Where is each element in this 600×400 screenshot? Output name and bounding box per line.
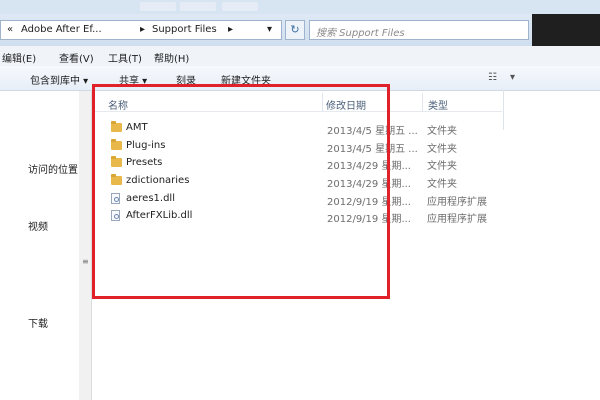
pane-splitter[interactable] xyxy=(79,91,92,400)
search-placeholder: 搜索 Support Files xyxy=(316,28,405,39)
menu-help[interactable]: 帮助(H) xyxy=(154,50,189,65)
column-divider[interactable] xyxy=(422,93,423,111)
menu-view[interactable]: 查看(V) xyxy=(59,50,94,65)
breadcrumb-adobe-after-effects[interactable]: Adobe After Ef... xyxy=(21,24,102,35)
refresh-icon: ↻ xyxy=(290,23,300,36)
column-divider xyxy=(503,90,504,130)
back-history-icon[interactable]: « xyxy=(7,24,13,35)
menu-bar: 编辑(E) 查看(V) 工具(T) 帮助(H) xyxy=(0,46,600,67)
chevron-right-icon[interactable]: ▸ xyxy=(228,24,233,35)
file-type: 文件夹 xyxy=(427,144,457,155)
nav-downloads[interactable]: 下载 xyxy=(28,315,48,330)
column-header-type[interactable]: 类型 xyxy=(428,97,448,112)
splitter-grip-icon: ≡ xyxy=(82,257,89,266)
file-type: 文件夹 xyxy=(427,179,457,190)
nav-videos[interactable]: 视频 xyxy=(28,218,48,233)
bookmark-item[interactable] xyxy=(140,2,176,11)
file-type: 文件夹 xyxy=(427,161,457,172)
window-edge xyxy=(532,14,600,46)
address-bar[interactable]: « Adobe After Ef... ▸ Support Files ▸ ▾ xyxy=(0,20,282,40)
bookmark-item[interactable] xyxy=(222,2,258,11)
breadcrumb-support-files[interactable]: Support Files xyxy=(152,24,217,35)
highlight-box xyxy=(92,84,390,299)
chevron-down-icon[interactable]: ▾ xyxy=(510,72,515,83)
menu-tools[interactable]: 工具(T) xyxy=(108,50,142,65)
navigation-pane: 访问的位置 视频 下载 xyxy=(0,91,79,400)
file-type: 应用程序扩展 xyxy=(427,214,487,225)
search-input[interactable]: 搜索 Support Files xyxy=(309,20,529,40)
refresh-button[interactable]: ↻ xyxy=(285,20,305,40)
bookmark-strip xyxy=(0,0,600,14)
menu-edit[interactable]: 编辑(E) xyxy=(2,50,36,65)
file-type: 文件夹 xyxy=(427,126,457,137)
address-dropdown-icon[interactable]: ▾ xyxy=(267,24,272,35)
bookmark-item[interactable] xyxy=(180,2,216,11)
include-in-library-button[interactable]: 包含到库中 ▾ xyxy=(30,72,88,87)
chevron-right-icon[interactable]: ▸ xyxy=(140,24,145,35)
view-options-icon[interactable]: ☷ xyxy=(488,72,497,83)
nav-recent-places[interactable]: 访问的位置 xyxy=(28,161,78,176)
file-type: 应用程序扩展 xyxy=(427,197,487,208)
